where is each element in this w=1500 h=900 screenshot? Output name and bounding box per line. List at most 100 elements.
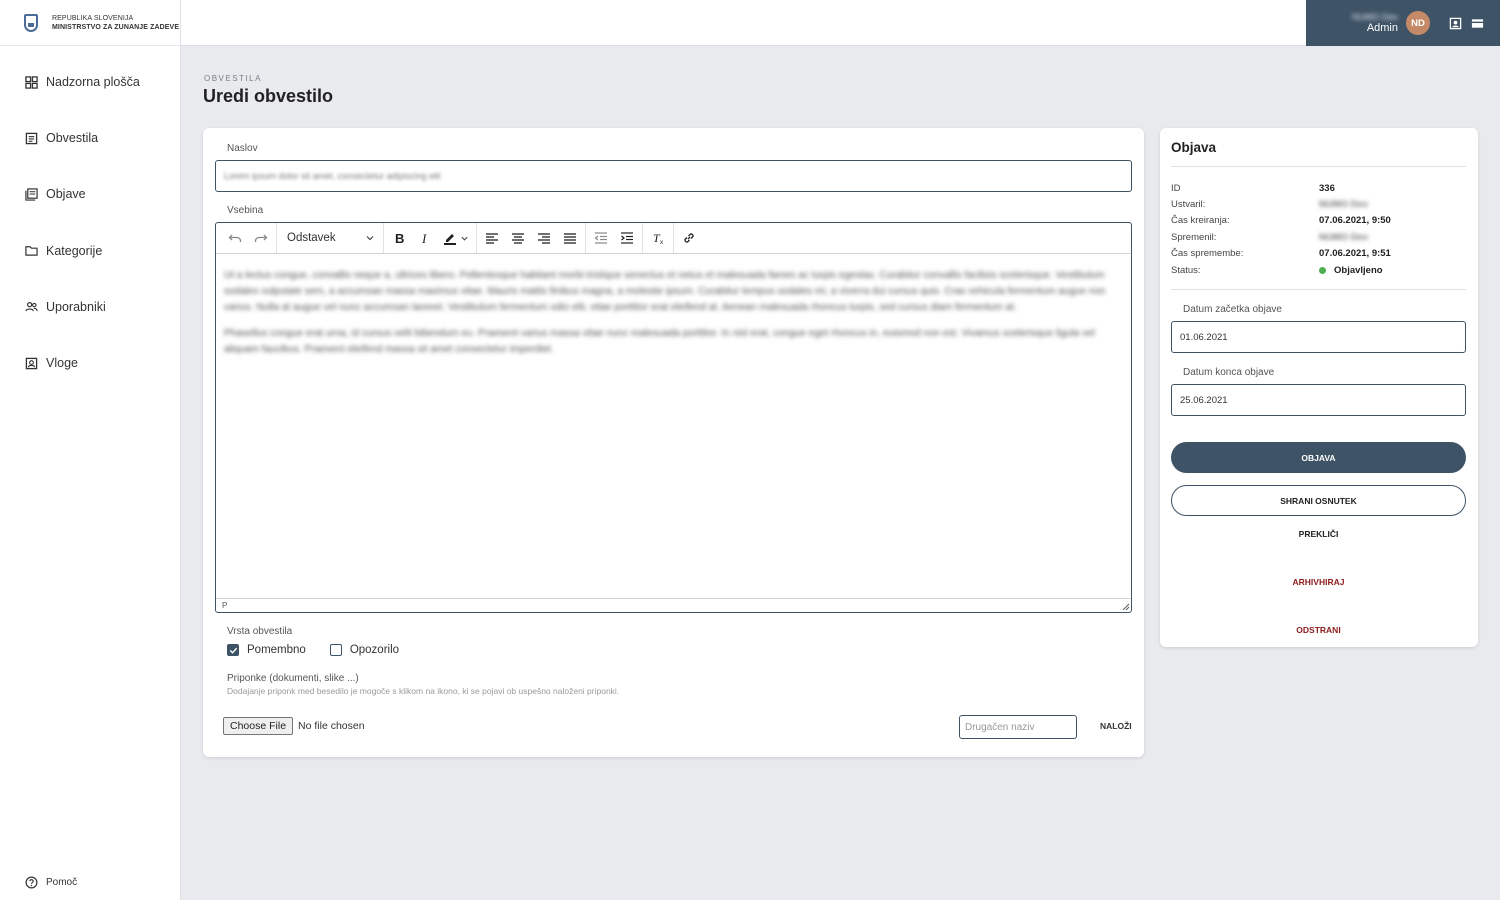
notice-icon xyxy=(25,132,38,145)
content-label: Vsebina xyxy=(227,205,264,216)
meta-row: Spremenil: NUMO Dev xyxy=(1171,231,1369,243)
outdent-icon[interactable] xyxy=(588,226,614,250)
highlight-color-icon[interactable] xyxy=(438,226,474,250)
align-right-icon[interactable] xyxy=(531,226,557,250)
brand-line1: REPUBLIKA SLOVENIJA xyxy=(52,14,134,22)
meta-row: Čas kreiranja: 07.06.2021, 9:50 xyxy=(1171,215,1391,227)
ministry-logo[interactable]: REPUBLIKA SLOVENIJA MINISTRSTVO ZA ZUNAN… xyxy=(0,0,180,46)
publish-button[interactable]: OBJAVA xyxy=(1171,442,1466,473)
avatar[interactable]: ND xyxy=(1406,11,1430,35)
delete-button[interactable]: ODSTRANI xyxy=(1171,625,1466,635)
alt-name-input[interactable]: Drugačen naziv xyxy=(959,715,1077,739)
sidebar: REPUBLIKA SLOVENIJA MINISTRSTVO ZA ZUNAN… xyxy=(0,0,181,900)
attachments-hint: Dodajanje priponk med besedilo je mogoče… xyxy=(227,686,620,696)
notice-form-card: Naslov Lorem ipsum dolor sit amet, conse… xyxy=(203,128,1144,757)
sidebar-item-label: Obvestila xyxy=(46,131,99,146)
svg-text:B: B xyxy=(395,231,404,245)
indent-icon[interactable] xyxy=(614,226,640,250)
title-input[interactable]: Lorem ipsum dolor sit amet, consectetur … xyxy=(215,160,1132,192)
archive-button[interactable]: ARHIVHIRAJ xyxy=(1171,577,1466,587)
resize-handle-icon[interactable] xyxy=(1122,603,1130,611)
content-paragraph: Phasellus congue erat urna, id cursus ve… xyxy=(224,328,1095,355)
file-status: No file chosen xyxy=(298,720,365,732)
editor-path: P xyxy=(222,601,228,610)
editor-content[interactable]: Ut a lectus congue, convallis neque a, u… xyxy=(216,254,1131,382)
undo-icon[interactable] xyxy=(222,226,248,250)
sidebar-item-categories[interactable]: Kategorije xyxy=(0,223,180,279)
start-date-label: Datum začetka objave xyxy=(1183,304,1282,315)
content-paragraph: Ut a lectus congue, convallis neque a, u… xyxy=(224,270,1106,313)
meta-row: ID 336 xyxy=(1171,182,1335,194)
meta-row: Status: Objavljeno xyxy=(1171,264,1383,276)
folder-icon xyxy=(25,244,38,257)
block-format-select[interactable]: Odstavek xyxy=(279,226,381,250)
end-date-label: Datum konca objave xyxy=(1183,367,1275,378)
start-date-input[interactable]: 01.06.2021 xyxy=(1171,321,1466,353)
link-icon[interactable] xyxy=(676,226,702,250)
status-dot-icon xyxy=(1319,266,1326,274)
breadcrumb[interactable]: OBVESTILA xyxy=(204,74,262,83)
check-icon xyxy=(229,647,237,654)
bold-icon[interactable]: B xyxy=(386,226,412,250)
sidebar-item-label: Objave xyxy=(46,187,86,202)
user-box: NUMO Dev Admin ND xyxy=(1306,0,1500,46)
sidebar-item-label: Uporabniki xyxy=(46,299,106,314)
attachments-label: Priponke (dokumenti, slike ...) xyxy=(227,673,359,684)
chevron-down-icon xyxy=(461,236,468,241)
user-role: Admin xyxy=(1366,22,1398,34)
save-draft-button[interactable]: SHRANI OSNUTEK xyxy=(1171,485,1466,516)
italic-icon[interactable]: I xyxy=(412,226,438,250)
users-icon xyxy=(25,300,38,313)
align-justify-icon[interactable] xyxy=(557,226,583,250)
brand-line2: MINISTRSTVO ZA ZUNANJE ZADEVE xyxy=(52,23,180,31)
checkbox-important-label: Pomembno xyxy=(247,644,306,656)
redo-icon[interactable] xyxy=(248,226,274,250)
sidebar-item-users[interactable]: Uporabniki xyxy=(0,279,180,335)
top-bar: NUMO Dev Admin ND xyxy=(181,0,1500,46)
card-icon[interactable] xyxy=(1471,17,1484,30)
sidebar-nav: Nadzorna plošča Obvestila Objave Kategor… xyxy=(0,54,180,391)
rich-text-editor[interactable]: Odstavek B I Tx Ut a lectus congue, conv… xyxy=(215,222,1132,613)
publish-meta: ID 336 Ustvaril: NUMO Dev Čas kreiranja: 07… xyxy=(1171,180,1461,278)
sidebar-item-roles[interactable]: Vloge xyxy=(0,335,180,391)
svg-text:I: I xyxy=(421,231,427,245)
choose-file-button[interactable]: Choose File xyxy=(223,717,294,735)
sidebar-item-label: Vloge xyxy=(46,356,78,371)
editor-toolbar: Odstavek B I Tx xyxy=(216,223,1131,254)
sidebar-item-posts[interactable]: Objave xyxy=(0,166,180,222)
checkbox-important[interactable] xyxy=(227,644,239,656)
notice-type-options: Pomembno Opozorilo xyxy=(227,644,399,656)
publish-card: Objava ID 336 Ustvaril: NUMO Dev Čas kreir… xyxy=(1160,128,1478,647)
align-center-icon[interactable] xyxy=(505,226,531,250)
profile-icon[interactable] xyxy=(1449,17,1462,30)
dashboard-icon xyxy=(25,75,38,89)
meta-row: Čas spremembe: 07.06.2021, 9:51 xyxy=(1171,248,1391,260)
end-date-input[interactable]: 25.06.2021 xyxy=(1171,384,1466,416)
sidebar-item-dashboard[interactable]: Nadzorna plošča xyxy=(0,54,180,110)
sidebar-item-label: Nadzorna plošča xyxy=(46,75,140,90)
meta-row: Ustvaril: NUMO Dev xyxy=(1171,199,1369,211)
file-picker: Choose File No file chosen xyxy=(223,717,365,735)
posts-icon xyxy=(25,188,38,201)
cancel-button[interactable]: PREKLIČI xyxy=(1171,529,1466,539)
upload-button[interactable]: NALOŽI xyxy=(1100,721,1132,731)
help-label: Pomoč xyxy=(46,877,78,888)
svg-text:x: x xyxy=(660,240,663,245)
chevron-down-icon xyxy=(366,236,374,241)
type-label: Vrsta obvestila xyxy=(227,626,293,637)
sidebar-item-notices[interactable]: Obvestila xyxy=(0,110,180,166)
clear-format-icon[interactable]: Tx xyxy=(645,226,671,250)
checkbox-warning[interactable] xyxy=(329,644,342,656)
title-value: Lorem ipsum dolor sit amet, consectetur … xyxy=(224,171,441,181)
help-link[interactable]: Pomoč xyxy=(25,876,77,889)
crest-icon xyxy=(24,13,38,32)
status-badge: Objavljeno xyxy=(1334,264,1383,276)
checkbox-warning-label: Opozorilo xyxy=(349,644,400,656)
align-left-icon[interactable] xyxy=(479,226,505,250)
publish-title: Objava xyxy=(1171,140,1217,155)
editor-statusbar: P xyxy=(216,598,1131,612)
user-name: NUMO Dev xyxy=(1351,12,1398,22)
title-label: Naslov xyxy=(227,143,258,154)
role-icon xyxy=(25,357,38,370)
page-title: Uredi obvestilo xyxy=(203,86,334,106)
